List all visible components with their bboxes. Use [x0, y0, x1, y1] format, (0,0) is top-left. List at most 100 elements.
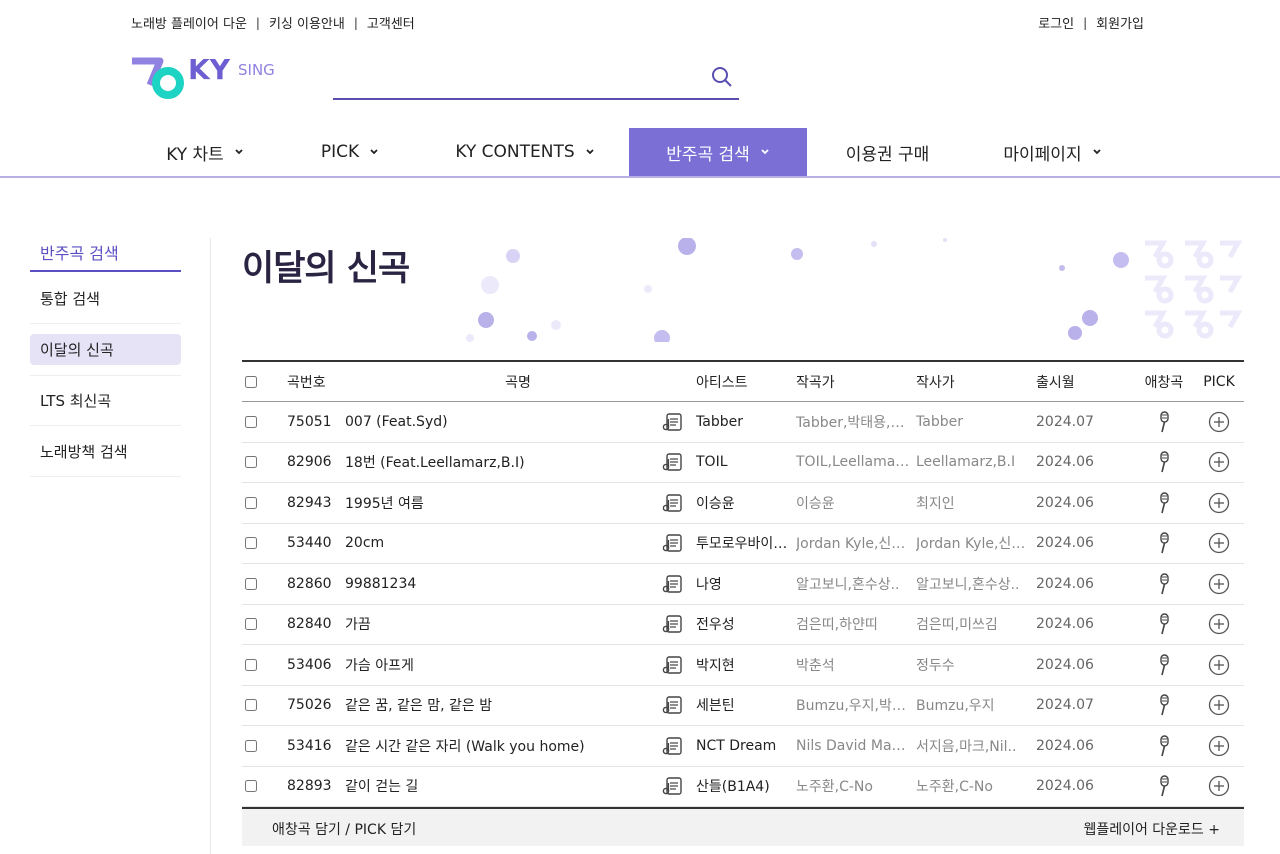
nav-pick[interactable]: PICK	[295, 128, 405, 176]
lyrics-icon[interactable]	[662, 605, 688, 645]
lyrics-icon[interactable]	[662, 524, 688, 564]
select-all-checkbox[interactable]	[245, 375, 257, 388]
song-number: 82943	[287, 494, 332, 511]
add-pick-icon[interactable]	[1202, 483, 1236, 523]
add-pick-icon[interactable]	[1202, 767, 1236, 807]
song-number: 82893	[287, 778, 332, 795]
artist-text: 박지현	[696, 657, 735, 674]
add-pick-icon[interactable]	[1202, 443, 1236, 483]
search-input[interactable]	[333, 60, 693, 96]
add-pick-icon[interactable]	[1202, 645, 1236, 685]
row-checkbox[interactable]	[245, 780, 257, 793]
lyricist-text: 노주환,C-No	[916, 779, 993, 796]
row-checkbox[interactable]	[245, 658, 257, 671]
microphone-icon[interactable]	[1144, 645, 1184, 685]
song-title[interactable]: 같이 걷는 길	[345, 767, 655, 807]
table-row: 82893 같이 걷는 길 산들(B1A4) 노주환,C-No 노주환,C-No 2024…	[242, 767, 1244, 807]
microphone-icon[interactable]	[1144, 605, 1184, 645]
microphone-icon[interactable]	[1144, 726, 1184, 766]
song-title[interactable]: 20cm	[345, 524, 655, 564]
lyrics-icon[interactable]	[662, 443, 688, 483]
artist[interactable]: 이승윤	[696, 483, 792, 523]
artist[interactable]: Tabber	[696, 402, 792, 442]
sidebar-item-new-songs[interactable]: 이달의 신곡	[30, 334, 181, 365]
login-link[interactable]: 로그인	[1038, 13, 1074, 32]
lyrics-icon[interactable]	[662, 726, 688, 766]
microphone-icon[interactable]	[1144, 443, 1184, 483]
song-number: 53416	[287, 737, 332, 754]
webplayer-download-button[interactable]: 웹플레이어 다운로드 +	[1083, 819, 1220, 839]
lyrics-icon[interactable]	[662, 483, 688, 523]
add-favorite-pick-button[interactable]: 애창곡 담기 / PICK 담기	[272, 819, 416, 839]
lyricist-text: Jordan Kyle,신…	[916, 536, 1026, 553]
nav-ticket-purchase[interactable]: 이용권 구매	[830, 128, 945, 176]
microphone-icon[interactable]	[1144, 483, 1184, 523]
nav-ky-chart[interactable]: KY 차트	[150, 128, 260, 176]
song-title[interactable]: 007 (Feat.Syd)	[345, 402, 655, 442]
song-title[interactable]: 같은 꿈, 같은 맘, 같은 밤	[345, 686, 655, 726]
player-download-link[interactable]: 노래방 플레이어 다운	[131, 13, 247, 32]
lyrics-icon[interactable]	[662, 564, 688, 604]
nav-song-search[interactable]: 반주곡 검색	[629, 128, 807, 176]
add-pick-icon[interactable]	[1202, 686, 1236, 726]
song-number: 82860	[287, 575, 332, 592]
artist[interactable]: 전우성	[696, 605, 792, 645]
sidebar-item-songbook-search[interactable]: 노래방책 검색	[30, 426, 181, 477]
lyrics-icon[interactable]	[662, 645, 688, 685]
lyrics-icon[interactable]	[662, 767, 688, 807]
add-pick-icon[interactable]	[1202, 564, 1236, 604]
sidebar-item-lts-latest[interactable]: LTS 최신곡	[30, 375, 181, 426]
microphone-icon[interactable]	[1144, 402, 1184, 442]
nav-mypage[interactable]: 마이페이지	[990, 128, 1115, 176]
release-month: 2024.06	[1036, 737, 1094, 754]
add-pick-icon[interactable]	[1202, 402, 1236, 442]
lyrics-icon[interactable]	[662, 686, 688, 726]
lyrics-icon[interactable]	[662, 402, 688, 442]
artist[interactable]: 산들(B1A4)	[696, 767, 792, 807]
sidebar-item-integrated-search[interactable]: 통합 검색	[30, 273, 181, 324]
artist[interactable]: 나영	[696, 564, 792, 604]
row-checkbox[interactable]	[245, 496, 257, 509]
row-checkbox[interactable]	[245, 415, 257, 428]
lyricist: 알고보니,혼수상..	[916, 564, 1030, 604]
microphone-icon[interactable]	[1144, 524, 1184, 564]
artist[interactable]: 투모로우바이…	[696, 524, 792, 564]
add-pick-icon[interactable]	[1202, 605, 1236, 645]
customer-center-link[interactable]: 고객센터	[367, 13, 415, 32]
row-checkbox[interactable]	[245, 739, 257, 752]
row-checkbox[interactable]	[245, 456, 257, 469]
artist[interactable]: 박지현	[696, 645, 792, 685]
divider: |	[353, 15, 358, 30]
song-title[interactable]: 99881234	[345, 564, 655, 604]
artist[interactable]: NCT Dream	[696, 726, 792, 766]
search-icon[interactable]	[711, 66, 733, 88]
row-checkbox[interactable]	[245, 577, 257, 590]
microphone-icon[interactable]	[1144, 767, 1184, 807]
song-title[interactable]: 1995년 여름	[345, 483, 655, 523]
song-title[interactable]: 가끔	[345, 605, 655, 645]
composer-text: 검은띠,하얀띠	[796, 617, 878, 634]
release-month: 2024.06	[1036, 778, 1094, 795]
row-checkbox[interactable]	[245, 537, 257, 550]
song-title-text: 99881234	[345, 575, 417, 592]
lyricist: 노주환,C-No	[916, 767, 1030, 807]
header-artist: 아티스트	[696, 374, 748, 391]
song-title[interactable]: 가슴 아프게	[345, 645, 655, 685]
add-pick-icon[interactable]	[1202, 524, 1236, 564]
song-title-text: 18번 (Feat.Leellamarz,B.I)	[345, 455, 525, 472]
song-title[interactable]: 18번 (Feat.Leellamarz,B.I)	[345, 443, 655, 483]
artist[interactable]: TOIL	[696, 443, 792, 483]
site-logo[interactable]: KY SING	[130, 53, 290, 105]
add-pick-icon[interactable]	[1202, 726, 1236, 766]
row-checkbox[interactable]	[245, 618, 257, 631]
artist[interactable]: 세븐틴	[696, 686, 792, 726]
row-checkbox[interactable]	[245, 699, 257, 712]
nav-ky-contents[interactable]: KY CONTENTS	[445, 128, 605, 176]
microphone-icon[interactable]	[1144, 564, 1184, 604]
row-select-cell	[245, 483, 263, 523]
microphone-icon[interactable]	[1144, 686, 1184, 726]
divider: |	[1083, 15, 1088, 30]
song-title[interactable]: 같은 시간 같은 자리 (Walk you home)	[345, 726, 655, 766]
usage-guide-link[interactable]: 키싱 이용안내	[269, 13, 345, 32]
signup-link[interactable]: 회원가입	[1096, 13, 1144, 32]
